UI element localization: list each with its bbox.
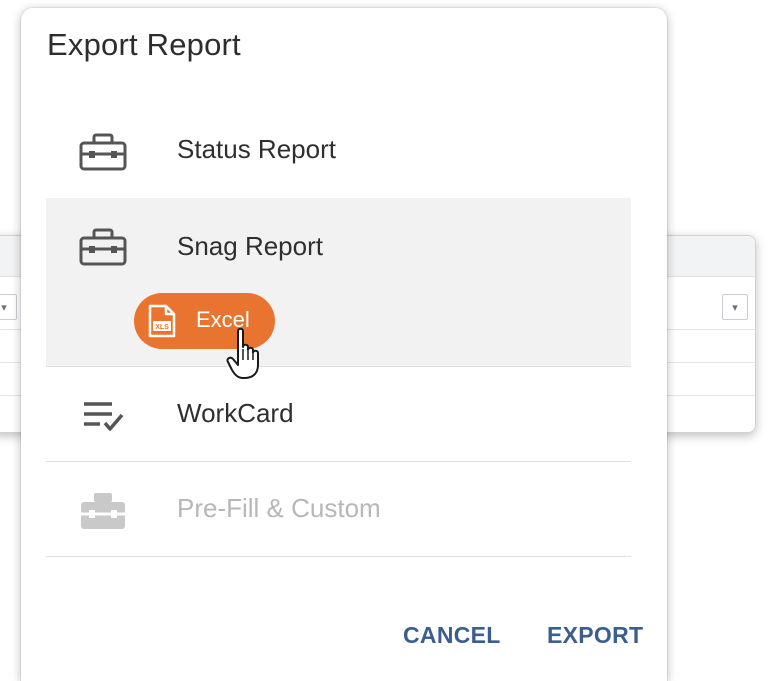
dialog-title: Export Report [47,27,241,62]
export-button[interactable]: EXPORT [547,622,643,649]
report-option-workcard[interactable]: WorkCard [46,366,631,462]
column-filter-dropdown[interactable]: ▾ [0,294,17,320]
toolbox-icon [79,133,127,171]
report-option-status-report[interactable]: Status Report [46,104,631,199]
toolbox-icon [79,228,127,266]
column-filter-dropdown[interactable]: ▾ [722,294,748,320]
toolbox-icon [81,493,125,529]
hand-pointer-cursor-icon [226,327,259,379]
report-option-snag-report[interactable]: Snag Report XLS Excel [46,198,631,367]
report-option-label: Status Report [177,134,336,164]
cancel-button[interactable]: CANCEL [403,622,501,649]
report-option-label: WorkCard [177,398,294,428]
report-option-prefill-custom: Pre-Fill & Custom [46,461,631,557]
export-report-dialog: Export Report Status Report Snag Report [21,8,667,681]
checklist-icon [84,402,124,431]
report-option-label: Pre-Fill & Custom [177,493,381,523]
dialog-actions: CANCEL EXPORT [21,622,667,662]
report-option-label: Snag Report [177,231,323,261]
xls-icon-text: XLS [155,324,169,331]
xls-file-icon: XLS [148,304,176,338]
